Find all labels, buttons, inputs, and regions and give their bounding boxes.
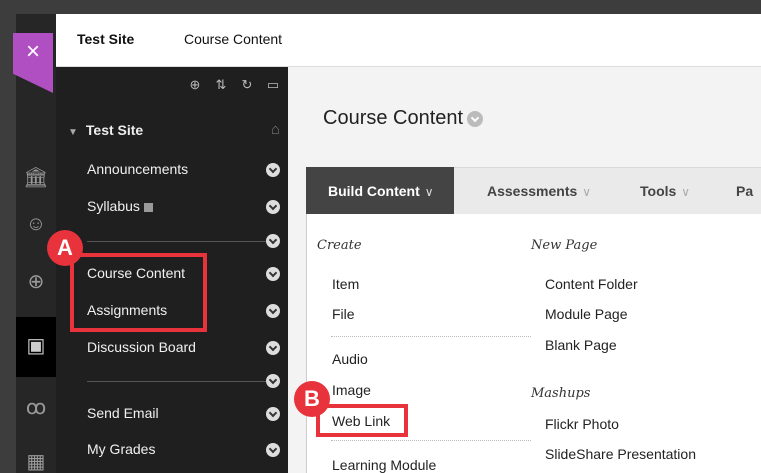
folder-icon[interactable]: ▭ [266, 77, 280, 93]
annotation-badge-a: A [47, 230, 83, 266]
highlight-box-b [316, 404, 408, 437]
page-title: Course Content [323, 107, 484, 130]
menu-separator [331, 336, 531, 337]
menu-item-item[interactable]: Item [332, 276, 359, 292]
chevron-down-icon[interactable] [266, 407, 280, 421]
action-bar: Build Content ∨ Assessments ∨ Tools ∨ Pa [306, 167, 761, 215]
mashups-heading: Mashups [531, 386, 591, 401]
menu-divider [87, 381, 270, 382]
create-heading: Create [317, 238, 362, 253]
close-icon: × [25, 38, 40, 65]
chevron-down-icon[interactable] [467, 110, 484, 127]
chevron-down-icon[interactable] [266, 163, 280, 177]
menu-item-image[interactable]: Image [332, 382, 371, 398]
menu-item-file[interactable]: File [332, 306, 355, 322]
sidebar-item-announcements[interactable]: Announcements [87, 161, 188, 177]
chevron-down-icon[interactable] [266, 374, 280, 388]
groups-icon[interactable]: ꝏ [22, 394, 50, 422]
course-site-title[interactable]: ▼ Test Site [68, 122, 143, 138]
sidebar-item-discussion-board[interactable]: Discussion Board [87, 339, 196, 355]
add-icon[interactable]: ⊕ [188, 77, 202, 93]
build-content-button[interactable]: Build Content ∨ [306, 167, 454, 215]
highlight-box-a [70, 253, 207, 332]
sidebar-item-my-grades[interactable]: My Grades [87, 441, 155, 457]
refresh-icon[interactable]: ↻ [240, 77, 254, 93]
institution-icon[interactable]: 🏛 [22, 164, 50, 192]
home-icon[interactable]: ⌂ [271, 121, 280, 138]
sort-icon[interactable]: ⇅ [214, 77, 228, 93]
menu-divider [87, 241, 270, 242]
breadcrumb-page[interactable]: Course Content [184, 31, 282, 47]
sidebar-item-syllabus[interactable]: Syllabus [87, 198, 153, 214]
sidebar-toolbar: ⊕ ⇅ ↻ ▭ [188, 77, 280, 93]
partners-button[interactable]: Pa [736, 183, 753, 199]
menu-item-learning-module[interactable]: Learning Module [332, 457, 436, 473]
menu-item-content-folder[interactable]: Content Folder [545, 276, 638, 292]
chevron-down-icon[interactable] [266, 267, 280, 281]
chevron-down-icon: ∨ [681, 185, 691, 199]
file-icon [143, 202, 153, 212]
menu-item-blank-page[interactable]: Blank Page [545, 337, 617, 353]
menu-item-module-page[interactable]: Module Page [545, 306, 628, 322]
collapse-triangle-icon: ▼ [68, 127, 78, 138]
device-frame: 🏛 ☺ ⊕ ▣ ꝏ ▦ Test Site Course Content ⊕ ⇅… [0, 0, 761, 473]
new-page-heading: New Page [531, 238, 598, 253]
chevron-down-icon: ∨ [582, 185, 592, 199]
breadcrumb-site[interactable]: Test Site [77, 31, 134, 47]
chevron-down-icon: ∨ [424, 185, 434, 199]
globe-icon[interactable]: ⊕ [22, 268, 50, 296]
chevron-down-icon[interactable] [266, 200, 280, 214]
chevron-down-icon[interactable] [266, 341, 280, 355]
profile-icon[interactable]: ☺ [22, 210, 50, 238]
calendar-icon[interactable]: ▦ [22, 448, 50, 473]
menu-item-audio[interactable]: Audio [332, 351, 368, 367]
menu-item-flickr-photo[interactable]: Flickr Photo [545, 416, 619, 432]
sidebar-item-send-email[interactable]: Send Email [87, 405, 159, 421]
chevron-down-icon[interactable] [266, 304, 280, 318]
assessments-button[interactable]: Assessments ∨ [487, 183, 591, 199]
menu-separator [331, 440, 531, 441]
courses-icon[interactable]: ▣ [22, 332, 50, 360]
tools-button[interactable]: Tools ∨ [640, 183, 690, 199]
screen: 🏛 ☺ ⊕ ▣ ꝏ ▦ Test Site Course Content ⊕ ⇅… [16, 14, 761, 473]
chevron-down-icon[interactable] [266, 234, 280, 248]
top-breadcrumb-bar: Test Site Course Content [56, 14, 761, 67]
menu-item-slideshare[interactable]: SlideShare Presentation [545, 446, 696, 462]
chevron-down-icon[interactable] [266, 443, 280, 457]
annotation-badge-b: B [294, 381, 330, 417]
